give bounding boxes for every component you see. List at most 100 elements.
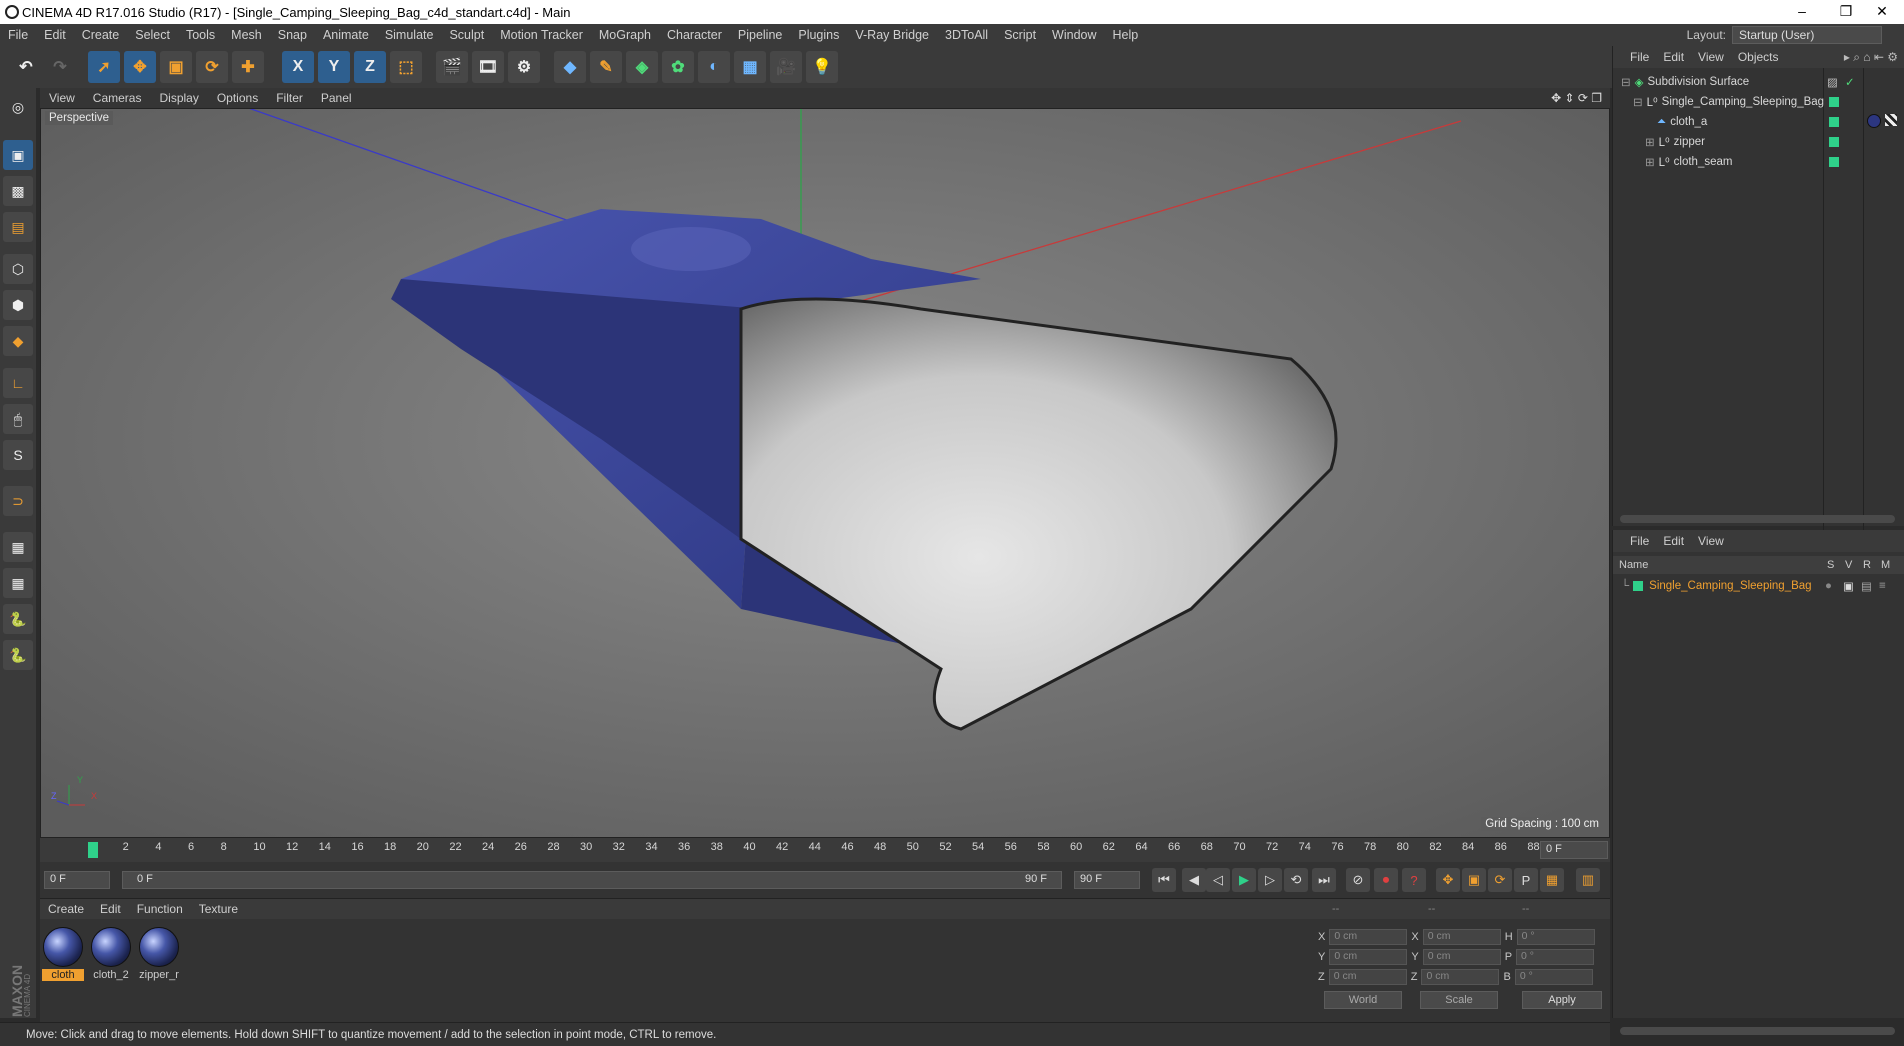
size-mode-dropdown[interactable]: Scale [1420,991,1498,1009]
polygons-mode-icon[interactable]: ◆ [3,326,33,356]
rotation-b-field[interactable]: 0 ° [1514,969,1593,985]
texture-tag-icon[interactable] [1885,114,1897,126]
collapse-icon[interactable]: ⊟ [1633,95,1643,109]
menu-animate[interactable]: Animate [315,28,377,42]
material-menu-create[interactable]: Create [40,902,92,916]
size-x-field[interactable]: 0 cm [1422,929,1501,945]
cube-primitive-icon[interactable]: ◆ [554,51,586,83]
go-to-end-icon[interactable]: ⏭ [1312,868,1336,892]
key-position-icon[interactable]: ✥ [1436,868,1460,892]
menu-edit[interactable]: Edit [36,28,74,42]
menu-tools[interactable]: Tools [178,28,223,42]
start-frame-field[interactable]: 0 F [44,871,110,889]
play-icon[interactable]: ▶ [1232,868,1256,892]
object-manager-scrollbar[interactable] [1620,515,1895,523]
menu-create[interactable]: Create [74,28,128,42]
rotation-p-field[interactable]: 0 ° [1516,949,1595,965]
viewport-menu-display[interactable]: Display [150,91,207,105]
material-menu-texture[interactable]: Texture [191,902,246,916]
model-mode-icon[interactable]: ▣ [3,140,33,170]
close-button[interactable]: ✕ [1860,0,1904,24]
render-settings-icon[interactable]: ⚙ [508,51,540,83]
timeline-playhead[interactable] [88,842,98,858]
layer-row[interactable]: └ Single_Camping_Sleeping_Bag ● ▣ ▤ ≡ [1613,576,1904,596]
visibility-tag[interactable] [1829,157,1839,167]
solo-dot-icon[interactable]: ● [1825,580,1832,592]
tweak-mode-icon[interactable]: 🖱 [3,404,33,434]
position-z-field[interactable]: 0 cm [1328,969,1407,985]
material-tag-icon[interactable] [1867,114,1881,128]
layer-menu-view[interactable]: View [1691,534,1731,548]
rotate-tool-icon[interactable]: ⟳ [196,51,228,83]
tree-item-cloth-seam[interactable]: ⊞ L⁰ cloth_seam [1613,152,1904,172]
redo-icon[interactable]: ↷ [44,51,76,83]
camera-icon[interactable]: 🎥 [770,51,802,83]
texture-mode-icon[interactable]: ▩ [3,176,33,206]
menu-mesh[interactable]: Mesh [223,28,270,42]
layer-color-swatch[interactable] [1633,581,1644,591]
snapping-icon[interactable]: S [3,440,33,470]
current-frame-field[interactable]: 0 F [1540,841,1608,859]
light-icon[interactable]: 💡 [806,51,838,83]
make-editable-icon[interactable]: ◎ [3,92,33,122]
python-script-icon[interactable]: 🐍 [3,604,33,634]
layout-dropdown[interactable]: Startup (User) [1732,26,1882,44]
end-frame-field[interactable]: 90 F [1074,871,1140,889]
tree-item-zipper[interactable]: ⊞ L⁰ zipper [1613,132,1904,152]
loop-icon[interactable]: ⟲ [1284,868,1308,892]
render-toggle-icon[interactable]: ▤ [1861,579,1872,593]
menu-file[interactable]: File [0,28,36,42]
viewport-menu-panel[interactable]: Panel [312,91,361,105]
size-z-field[interactable]: 0 cm [1421,969,1500,985]
menu-select[interactable]: Select [127,28,178,42]
position-x-field[interactable]: 0 cm [1329,929,1408,945]
layer-menu-file[interactable]: File [1623,534,1656,548]
object-menu-edit[interactable]: Edit [1656,50,1691,64]
keyframe-selection-icon[interactable]: ? [1402,868,1426,892]
key-scale-icon[interactable]: ▣ [1462,868,1486,892]
floor-scene-icon[interactable]: ▦ [734,51,766,83]
viewport-menu-options[interactable]: Options [208,91,267,105]
menu-vray-bridge[interactable]: V-Ray Bridge [847,28,937,42]
scale-tool-icon[interactable]: ▣ [160,51,192,83]
tree-item-subdivision-surface[interactable]: ⊟ ◈ Subdivision Surface ▨ ✓ [1613,72,1904,92]
menu-mograph[interactable]: MoGraph [591,28,659,42]
menu-snap[interactable]: Snap [270,28,315,42]
key-rotation-icon[interactable]: ⟳ [1488,868,1512,892]
render-picture-viewer-icon[interactable]: 🎞 [472,51,504,83]
coordinate-system-icon[interactable]: ⬚ [390,51,422,83]
record-keys-icon[interactable]: ⊘ [1346,868,1370,892]
material-swatch[interactable]: cloth [42,927,84,981]
position-y-field[interactable]: 0 cm [1329,949,1408,965]
material-menu-function[interactable]: Function [129,902,191,916]
menu-simulate[interactable]: Simulate [377,28,442,42]
visibility-tag[interactable] [1829,97,1839,107]
render-view-icon[interactable]: 🎬 [436,51,468,83]
previous-key-icon[interactable]: ◀ [1182,868,1206,892]
autokey-icon[interactable]: ⏺ [1374,868,1398,892]
axis-mode-icon[interactable]: ∟ [3,368,33,398]
spline-pen-icon[interactable]: ✎ [590,51,622,83]
tree-item-sleeping-bag[interactable]: ⊟ L⁰ Single_Camping_Sleeping_Bag [1613,92,1904,112]
collapse-icon[interactable]: ⊟ [1621,75,1631,89]
material-menu-edit[interactable]: Edit [92,902,129,916]
next-frame-icon[interactable]: ▷ [1258,868,1282,892]
apply-button[interactable]: Apply [1522,991,1602,1009]
expand-icon[interactable]: ⊞ [1645,135,1655,149]
object-menu-view[interactable]: View [1691,50,1731,64]
layer-toggle-icon[interactable]: ▨ [1827,75,1838,89]
coordinate-space-dropdown[interactable]: World [1324,991,1402,1009]
workplane-mode-icon[interactable]: ▤ [3,212,33,242]
key-parameter-icon[interactable]: P [1514,868,1538,892]
object-menu-file[interactable]: File [1623,50,1656,64]
tree-item-cloth-a[interactable]: ⏶ cloth_a [1613,112,1904,132]
viewport-camera-label[interactable]: Perspective [45,111,114,125]
key-pla-icon[interactable]: ▦ [1540,868,1564,892]
edges-mode-icon[interactable]: ⬢ [3,290,33,320]
mograph-cloner-icon[interactable]: ✿ [662,51,694,83]
viewport-navigation-icons[interactable]: ✥ ⇕ ⟳ ❐ [1551,91,1602,105]
menu-3dtoall[interactable]: 3DToAll [937,28,996,42]
grid-lock-icon[interactable]: ▦ [3,532,33,562]
live-selection-icon[interactable]: ✚ [232,51,264,83]
menu-window[interactable]: Window [1044,28,1104,42]
